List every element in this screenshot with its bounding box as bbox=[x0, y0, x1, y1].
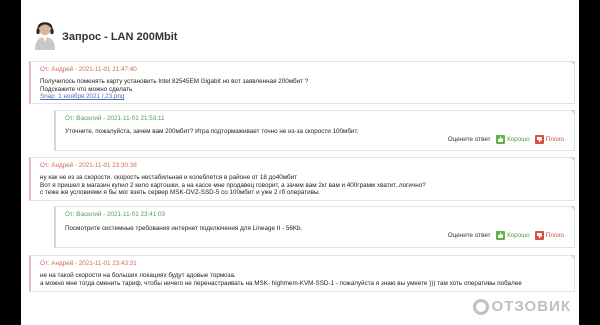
message-line: а можно мне тогда сменить тариф, чтобы н… bbox=[40, 279, 522, 287]
rating-label: Оцените ответ bbox=[447, 135, 491, 143]
rating-label: Оцените ответ bbox=[447, 231, 491, 239]
rate-good-button[interactable]: Хорошо bbox=[495, 231, 530, 240]
otzovik-watermark: ОТЗОВИК bbox=[472, 298, 571, 315]
rating-bar: Оцените ответ Хорошо Плохо bbox=[448, 231, 564, 240]
corner-marker bbox=[570, 110, 575, 115]
support-agent-icon bbox=[35, 22, 55, 50]
attachment-link[interactable]: Snap_1 ноября 2021 г.23.png bbox=[40, 93, 565, 101]
rate-bad-button[interactable]: Плохо bbox=[534, 135, 564, 144]
message-question: От: Андрей - 2021-11-01 21:47:40 Получил… bbox=[29, 61, 575, 104]
corner-marker bbox=[570, 206, 575, 211]
thumbs-up-icon bbox=[495, 231, 505, 240]
rating-bar: Оцените ответ Хорошо Плохо bbox=[448, 135, 564, 144]
request-header: Запрос - LAN 200Mbit bbox=[21, 14, 579, 54]
message-body: не на такой скорости на больших локациях… bbox=[40, 272, 565, 287]
message-author: От: Василий - 2021-11-01 21:53:11 bbox=[65, 115, 165, 122]
message-author: От: Василий - 2021-11-01 23:41:03 bbox=[65, 211, 165, 218]
message-body: Получилось поменять карту установить Int… bbox=[40, 78, 565, 101]
page: Запрос - LAN 200Mbit От: Андрей - 2021-1… bbox=[21, 0, 579, 325]
message-question: От: Андрей - 2021-11-01 23:30:38 ну как … bbox=[29, 157, 575, 201]
message-reply: От: Василий - 2021-11-01 23:41:03 Посмот… bbox=[54, 206, 575, 248]
thumbs-down-icon bbox=[534, 231, 544, 240]
message-author: От: Андрей - 2021-11-01 23:30:38 bbox=[40, 162, 137, 169]
corner-marker bbox=[570, 255, 575, 260]
rate-good-label: Хорошо bbox=[506, 135, 530, 143]
message-line: ну как не из за скорости. скорость неста… bbox=[40, 174, 298, 181]
rate-bad-button[interactable]: Плохо bbox=[534, 231, 564, 240]
thumbs-up-icon bbox=[495, 135, 505, 144]
corner-marker bbox=[570, 157, 575, 162]
thumbs-down-icon bbox=[534, 135, 544, 144]
logo-text: ОТЗОВИК bbox=[491, 298, 571, 315]
rate-good-button[interactable]: Хорошо bbox=[495, 135, 530, 144]
rate-good-label: Хорошо bbox=[506, 231, 530, 239]
message-body: ну как не из за скорости. скорость неста… bbox=[40, 174, 565, 197]
rate-bad-label: Плохо bbox=[545, 135, 564, 143]
rate-bad-label: Плохо bbox=[545, 231, 564, 239]
message-line: Подскажите что можно сделать bbox=[40, 85, 133, 93]
message-line: Вот я пришел в магазин купил 2 кило карт… bbox=[40, 181, 426, 189]
message-line: Получилось поменять карту установить Int… bbox=[40, 78, 309, 85]
message-author: От: Андрей - 2021-11-01 21:47:40 bbox=[40, 66, 137, 73]
message-reply: От: Василий - 2021-11-01 21:53:11 Уточни… bbox=[54, 110, 575, 151]
message-line: не на такой скорости на больших локациях… bbox=[40, 272, 236, 279]
logo-ring-icon bbox=[472, 298, 489, 315]
corner-marker bbox=[570, 61, 575, 66]
message-author: От: Андрей - 2021-11-01 23:43:31 bbox=[40, 260, 137, 267]
message-question: От: Андрей - 2021-11-01 23:43:31 не на т… bbox=[29, 255, 575, 292]
message-line: с теже же условиями я бы мог взять серве… bbox=[40, 189, 321, 196]
page-title: Запрос - LAN 200Mbit bbox=[62, 31, 178, 43]
